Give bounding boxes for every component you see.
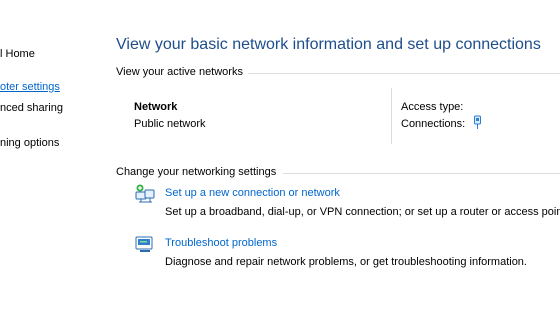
page-title: View your basic network information and … — [116, 36, 541, 53]
change-settings-section-title: Change your networking settings — [116, 166, 277, 178]
sidebar-item-advanced-sharing[interactable]: nced sharing — [0, 102, 63, 114]
active-networks-section-title: View your active networks — [116, 66, 243, 78]
troubleshoot-icon — [135, 236, 153, 252]
section-divider — [283, 173, 560, 174]
troubleshoot-link[interactable]: Troubleshoot problems — [165, 237, 277, 249]
setup-connection-link[interactable]: Set up a new connection or network — [165, 187, 340, 199]
access-type-label: Access type: — [401, 101, 464, 113]
section-divider — [248, 73, 560, 74]
sidebar-item-control-panel-home[interactable]: l Home — [0, 48, 35, 60]
network-setup-icon — [135, 184, 155, 203]
connections-label: Connections: — [401, 118, 466, 130]
setup-connection-description: Set up a broadband, dial-up, or VPN conn… — [165, 206, 560, 218]
troubleshoot-description: Diagnose and repair network problems, or… — [165, 256, 527, 268]
vertical-divider — [391, 88, 392, 144]
sidebar-item-media-streaming-options[interactable]: ning options — [0, 137, 59, 149]
ethernet-icon[interactable] — [473, 115, 482, 130]
sidebar-item-change-adapter-settings[interactable]: oter settings — [0, 81, 60, 93]
network-name: Network — [134, 101, 178, 113]
network-category-link[interactable]: Public network — [134, 118, 206, 130]
